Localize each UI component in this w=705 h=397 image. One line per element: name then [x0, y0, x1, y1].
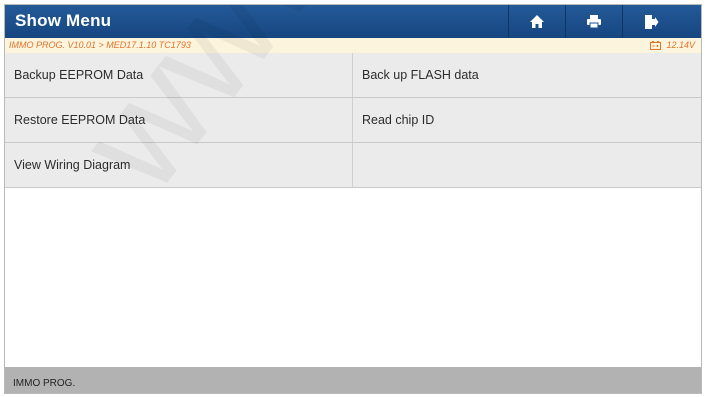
battery-icon: [650, 40, 662, 50]
menu-row: Backup EEPROM Data Back up FLASH data: [5, 53, 701, 98]
footer-label: IMMO PROG.: [13, 378, 76, 389]
exit-button[interactable]: [622, 5, 679, 38]
status-bar: IMMO PROG. V10.01 > MED17.1.10 TC1793 12…: [5, 38, 701, 54]
menu-grid: Backup EEPROM Data Back up FLASH data Re…: [5, 53, 701, 188]
title-bar: Show Menu: [5, 5, 701, 38]
menu-item-read-chip-id[interactable]: Read chip ID: [353, 98, 701, 142]
breadcrumb: IMMO PROG. V10.01 > MED17.1.10 TC1793: [9, 40, 191, 50]
app-window: Show Menu IMMO PROG. V10.01 > MED17.1.10…: [4, 4, 702, 394]
menu-item-view-wiring[interactable]: View Wiring Diagram: [5, 143, 353, 187]
menu-row: View Wiring Diagram: [5, 143, 701, 188]
print-icon: [587, 15, 601, 29]
home-icon: [530, 15, 544, 28]
voltage-value: 12.14V: [666, 40, 695, 50]
home-button[interactable]: [508, 5, 565, 38]
menu-item-restore-eeprom[interactable]: Restore EEPROM Data: [5, 98, 353, 142]
menu-item-empty: [353, 143, 701, 187]
exit-icon: [645, 14, 659, 29]
footer-bar: IMMO PROG.: [5, 367, 701, 393]
page-title: Show Menu: [15, 11, 112, 30]
menu-item-backup-flash[interactable]: Back up FLASH data: [353, 53, 701, 97]
voltage-indicator: 12.14V: [650, 40, 695, 50]
print-button[interactable]: [565, 5, 622, 38]
menu-row: Restore EEPROM Data Read chip ID: [5, 98, 701, 143]
menu-item-backup-eeprom[interactable]: Backup EEPROM Data: [5, 53, 353, 97]
